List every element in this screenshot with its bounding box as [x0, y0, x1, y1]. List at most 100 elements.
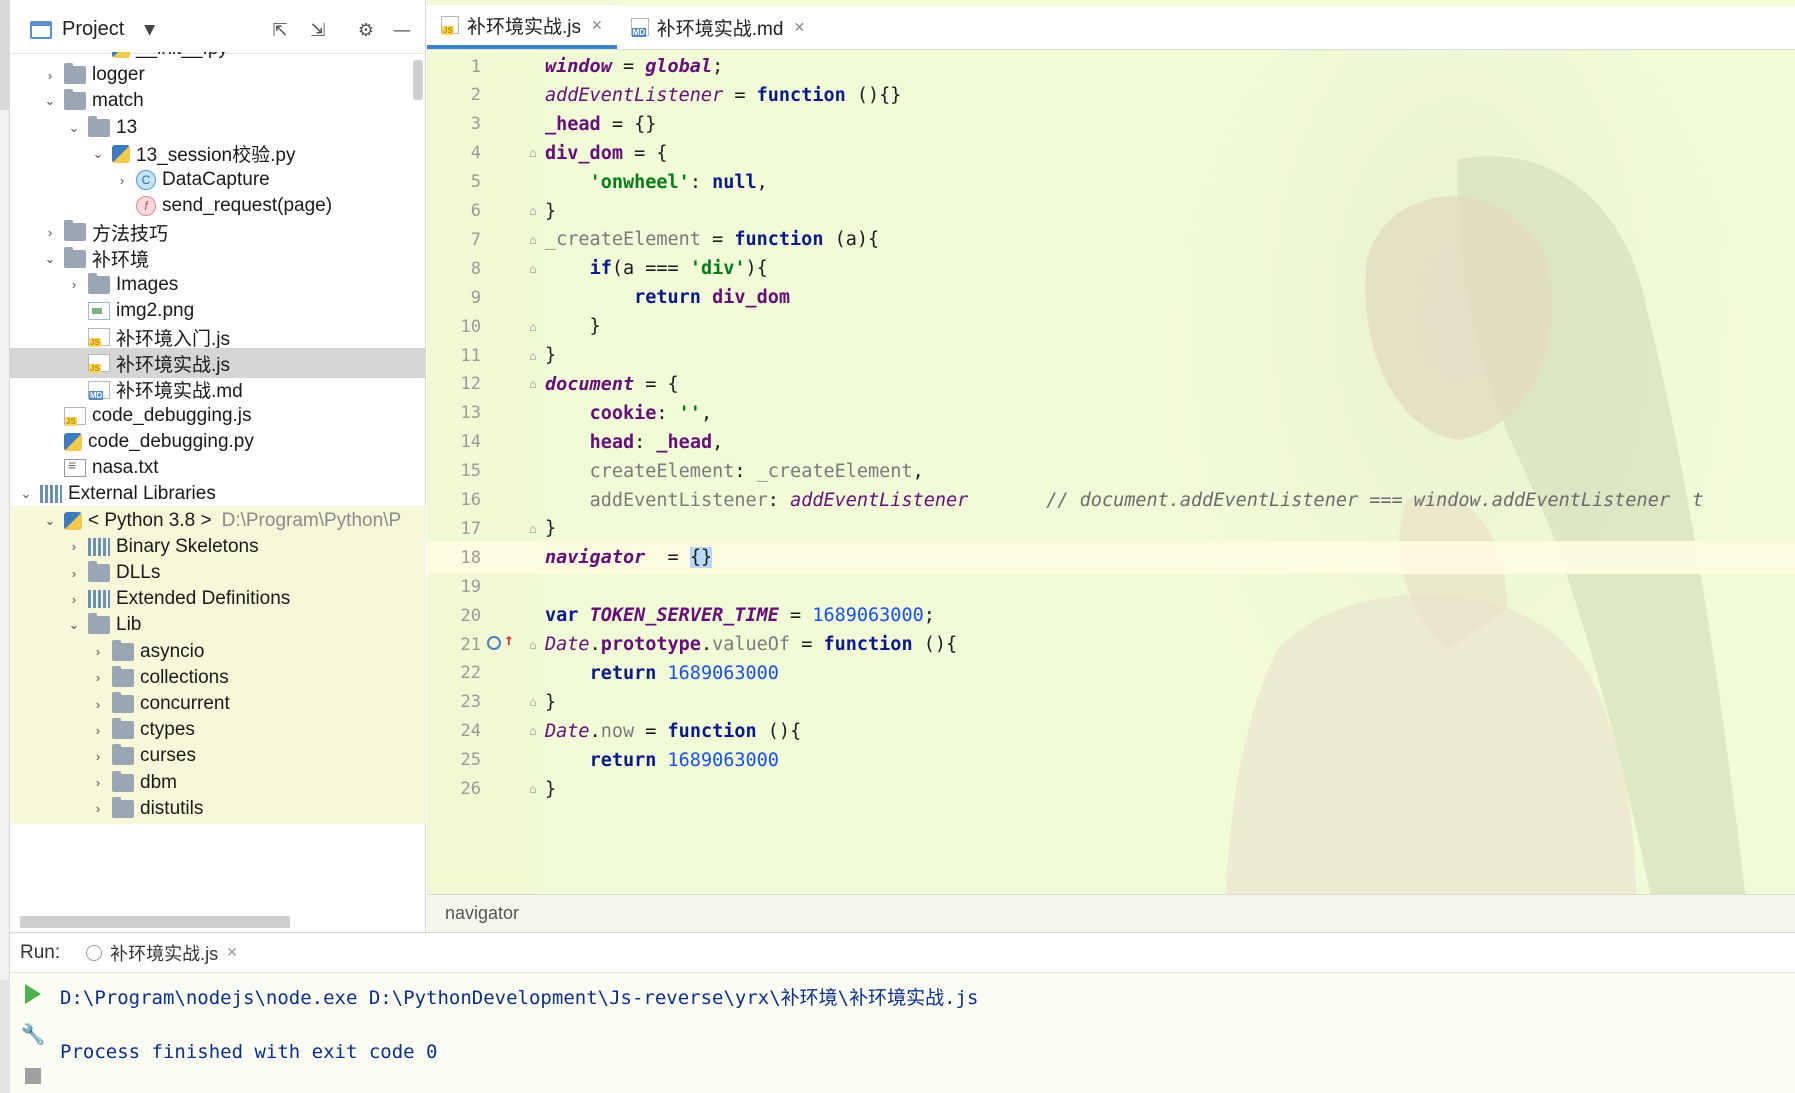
line-number[interactable]: 18	[427, 548, 481, 568]
line-number[interactable]: 19	[427, 577, 481, 597]
folder-icon	[112, 770, 134, 792]
fold-marker-icon[interactable]: ⌂	[521, 262, 545, 276]
line-number[interactable]: 16	[427, 490, 481, 510]
chevron-right-icon[interactable]: ›	[90, 670, 106, 685]
fold-marker-icon[interactable]: ⌂	[521, 377, 545, 391]
rerun-button[interactable]	[22, 983, 44, 1005]
line-number[interactable]: 24	[427, 721, 481, 741]
line-number[interactable]: 22	[427, 663, 481, 683]
chevron-right-icon[interactable]: ›	[90, 723, 106, 738]
breadcrumb[interactable]: navigator	[427, 894, 1795, 932]
code-token: // document.addEventListener === window.…	[1046, 489, 1704, 511]
line-number[interactable]: 15	[427, 461, 481, 481]
editor-tab[interactable]: 补环境实战.md ✕	[617, 5, 819, 49]
line-number[interactable]: 17	[427, 519, 481, 539]
code-token: ;	[712, 56, 724, 77]
line-number[interactable]: 13	[427, 403, 481, 423]
chevron-right-icon[interactable]: ›	[90, 775, 106, 790]
fold-marker-icon[interactable]: ⌂	[521, 146, 545, 160]
line-number[interactable]: 20	[427, 606, 481, 626]
line-number[interactable]: 26	[427, 779, 481, 799]
collapse-all-icon[interactable]: ⇲	[306, 18, 330, 42]
bookmarks-tool-tab[interactable]	[0, 980, 10, 1093]
chevron-down-icon[interactable]: ⌄	[66, 617, 82, 633]
chevron-right-icon[interactable]: ›	[114, 173, 130, 188]
chevron-down-icon[interactable]: ⌄	[42, 251, 58, 267]
settings-button[interactable]: 🔧	[21, 1022, 46, 1046]
console-output[interactable]: D:\Program\nodejs\node.exe D:\PythonDeve…	[60, 973, 1795, 1093]
chevron-right-icon[interactable]: ›	[66, 277, 82, 292]
line-number[interactable]: 11	[427, 346, 481, 366]
line-number[interactable]: 9	[427, 288, 481, 308]
tree-item-label: DataCapture	[162, 169, 270, 190]
gear-icon[interactable]: ⚙	[354, 18, 378, 42]
code-token: addEventListener	[790, 489, 969, 511]
code-token: function	[823, 634, 913, 655]
folder-icon	[88, 613, 110, 635]
fold-marker-icon[interactable]: ⌂	[521, 695, 545, 709]
expand-all-icon[interactable]: ⇱	[268, 18, 292, 42]
line-number[interactable]: 21	[427, 635, 481, 655]
line-number[interactable]: 4	[427, 143, 481, 163]
line-number[interactable]: 25	[427, 750, 481, 770]
chevron-right-icon[interactable]: ›	[90, 801, 106, 816]
line-number[interactable]: 6	[427, 201, 481, 221]
chevron-down-icon[interactable]: ⌄	[66, 120, 82, 136]
line-number[interactable]: 2	[427, 85, 481, 105]
line-number[interactable]: 1	[427, 57, 481, 77]
stop-button[interactable]	[22, 1065, 44, 1087]
tree-item[interactable]: › distutils	[10, 793, 426, 824]
run-config-tab[interactable]: 补环境实战.js ✕	[86, 940, 238, 966]
code-text: if(a === 'div'){	[545, 258, 768, 279]
fold-marker-icon[interactable]: ⌂	[521, 349, 545, 363]
code-line[interactable]: 26 ⌂}	[427, 773, 1795, 806]
chevron-right-icon[interactable]: ›	[90, 697, 106, 712]
line-number[interactable]: 23	[427, 692, 481, 712]
editor-tab[interactable]: 补环境实战.js ✕	[427, 5, 617, 49]
tree-item-label: nasa.txt	[92, 457, 159, 479]
code-token: :	[734, 460, 757, 482]
override-marker-icon[interactable]	[487, 630, 514, 650]
line-number[interactable]: 7	[427, 230, 481, 250]
chevron-right-icon[interactable]: ›	[42, 68, 58, 83]
close-icon[interactable]: ✕	[793, 19, 805, 36]
chevron-down-icon[interactable]: ⌄	[18, 486, 34, 502]
gutter-marker-area[interactable]	[481, 773, 521, 806]
line-number[interactable]: 12	[427, 374, 481, 394]
line-number[interactable]: 5	[427, 172, 481, 192]
chevron-down-icon[interactable]: ⌄	[90, 146, 106, 162]
fold-marker-icon[interactable]: ⌂	[521, 522, 545, 536]
close-icon[interactable]: ✕	[226, 944, 238, 961]
chevron-right-icon[interactable]: ›	[66, 539, 82, 554]
project-tool-tab[interactable]	[0, 0, 10, 110]
fold-marker-icon[interactable]: ⌂	[521, 782, 545, 796]
chevron-right-icon[interactable]: ›	[66, 566, 82, 581]
tree-vertical-scrollbar[interactable]	[413, 60, 423, 100]
chevron-down-icon[interactable]: ⌄	[42, 93, 58, 109]
tree-horizontal-scrollbar[interactable]	[20, 916, 290, 928]
chevron-right-icon[interactable]: ›	[90, 644, 106, 659]
run-label: Run:	[20, 941, 61, 963]
line-number[interactable]: 3	[427, 114, 481, 134]
hide-panel-icon[interactable]: —	[390, 18, 414, 42]
line-number[interactable]: 10	[427, 317, 481, 337]
chevron-right-icon[interactable]: ›	[90, 749, 106, 764]
code-area[interactable]: 1 window = global; 2 addEventListener = fun…	[427, 52, 1795, 894]
fold-marker-icon[interactable]: ⌂	[521, 320, 545, 334]
line-number[interactable]: 8	[427, 259, 481, 279]
chevron-right-icon[interactable]: ›	[66, 592, 82, 607]
chevron-right-icon[interactable]: ›	[42, 225, 58, 240]
project-title[interactable]: Project	[62, 18, 124, 41]
chevron-down-icon[interactable]: ⌄	[42, 513, 58, 529]
folder-icon	[88, 561, 110, 582]
fold-marker-icon[interactable]: ⌂	[521, 204, 545, 218]
fold-marker-icon[interactable]: ⌂	[521, 724, 545, 738]
fold-marker-icon[interactable]: ⌂	[521, 638, 545, 652]
chevron-down-icon[interactable]: ▼	[144, 22, 155, 38]
code-token: :	[767, 489, 791, 511]
code-token: 'div'	[689, 258, 746, 280]
line-number[interactable]: 14	[427, 432, 481, 452]
fold-marker-icon[interactable]: ⌂	[521, 233, 545, 247]
close-icon[interactable]: ✕	[591, 17, 603, 34]
